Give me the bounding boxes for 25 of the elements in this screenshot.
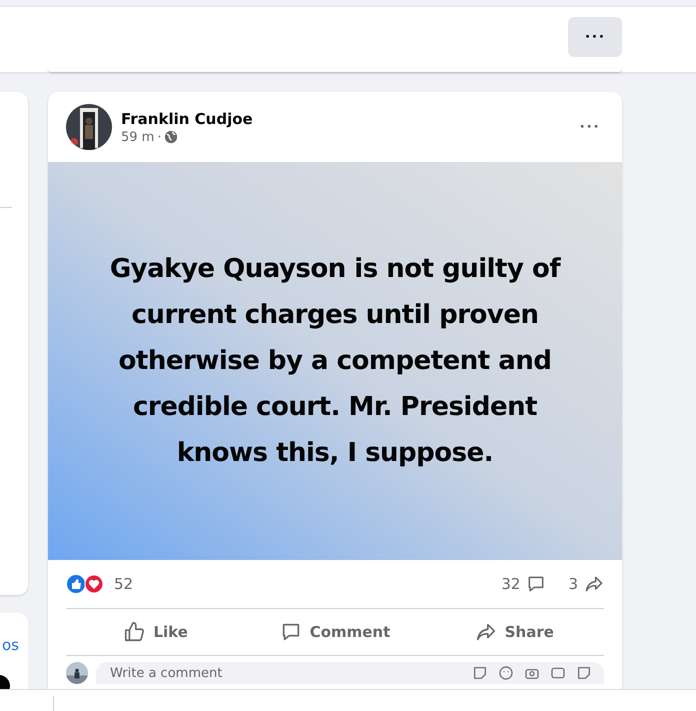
smiley-icon bbox=[498, 665, 514, 681]
link-text[interactable]: os bbox=[2, 635, 28, 655]
sticker-icon bbox=[472, 665, 488, 681]
share-arrow-icon bbox=[584, 574, 604, 594]
sticker-icon bbox=[576, 665, 592, 681]
separator-text: · bbox=[157, 130, 162, 144]
comment-count[interactable]: 32 bbox=[501, 575, 520, 593]
reaction-count[interactable]: 52 bbox=[114, 575, 134, 593]
more-button[interactable]: ••• bbox=[573, 116, 606, 138]
speech-bubble-icon bbox=[526, 574, 546, 594]
comment-field[interactable]: Write a comment bbox=[110, 664, 462, 682]
share-button[interactable]: Share bbox=[424, 609, 604, 655]
share-arrow-icon bbox=[474, 621, 497, 643]
post-text: Gyakye Quayson is not guilty of current charges until proven otherwise by a competent and credible court. Mr. President knows this, I suppose. bbox=[108, 253, 562, 470]
thumbs-up-icon bbox=[123, 621, 146, 643]
share-count[interactable]: 3 bbox=[568, 575, 578, 593]
more-button[interactable]: ••• bbox=[568, 17, 622, 57]
like-button[interactable]: Like bbox=[66, 609, 246, 655]
comment-button[interactable]: Comment bbox=[245, 609, 425, 655]
author-name[interactable]: Franklin Cudjoe bbox=[121, 110, 564, 128]
avatar-icon[interactable] bbox=[66, 662, 88, 684]
post-time[interactable]: 59 m bbox=[121, 130, 154, 144]
globe-icon bbox=[164, 130, 178, 144]
avatar-icon[interactable] bbox=[66, 104, 112, 150]
comment-box[interactable]: Write a comment bbox=[96, 662, 604, 684]
